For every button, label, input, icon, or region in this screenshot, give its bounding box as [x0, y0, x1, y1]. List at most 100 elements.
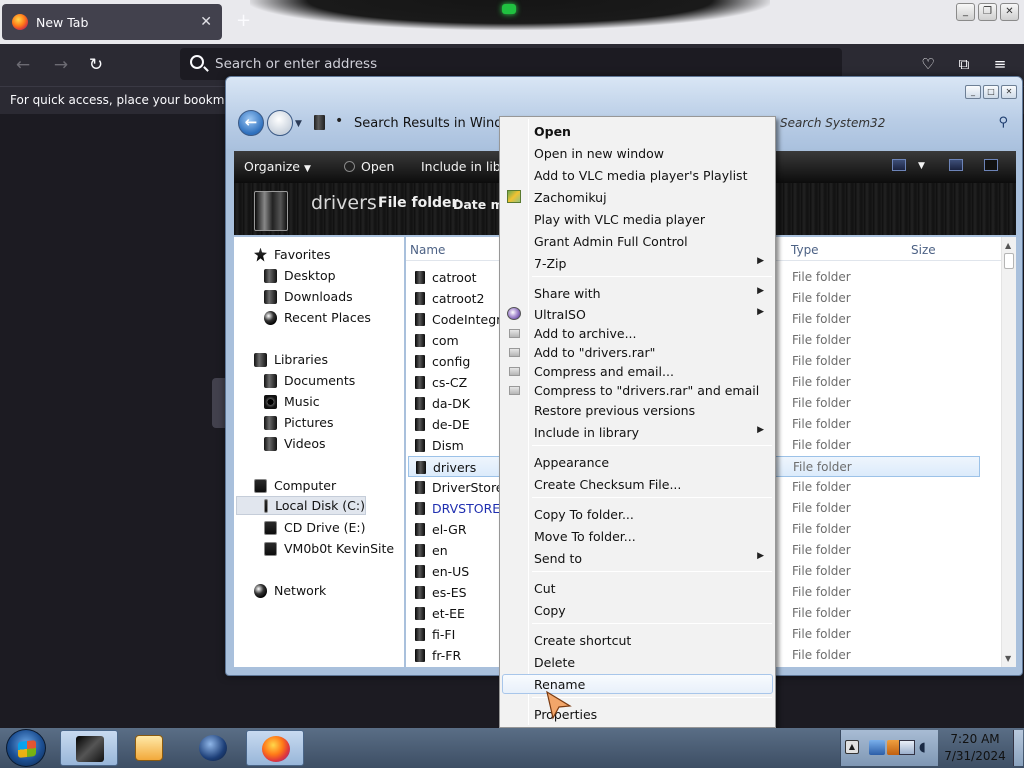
minimize-button[interactable]: _ — [956, 3, 975, 21]
explorer-maximize-button[interactable]: □ — [983, 85, 999, 99]
nav-local-disk[interactable]: Local Disk (C:) — [236, 496, 366, 515]
network-tray-icon[interactable] — [899, 740, 915, 755]
restore-button[interactable]: ❐ — [978, 3, 997, 21]
menu-item-delete[interactable]: Delete — [502, 652, 773, 672]
menu-item-appearance[interactable]: Appearance — [502, 452, 773, 472]
explorer-close-button[interactable]: ✕ — [1001, 85, 1017, 99]
show-hidden-icons-icon[interactable]: ▲ — [845, 740, 859, 754]
explorer-back-button[interactable]: ← — [238, 110, 264, 136]
menu-icon[interactable]: ≡ — [990, 54, 1010, 74]
menu-item-copy-to[interactable]: Copy To folder... — [502, 504, 773, 524]
taskbar-firefox[interactable] — [246, 730, 304, 766]
open-button[interactable]: Open — [344, 159, 394, 174]
taskbar-clock[interactable]: 7:20 AM 7/31/2024 — [940, 732, 1010, 763]
menu-item-move-to[interactable]: Move To folder... — [502, 526, 773, 546]
nav-videos[interactable]: Videos — [264, 434, 326, 453]
menu-item-vlc-playlist[interactable]: Add to VLC media player's Playlist — [502, 165, 773, 185]
nav-computer[interactable]: Computer — [254, 476, 336, 495]
menu-item-zachomikuj[interactable]: Zachomikuj — [502, 187, 773, 207]
firefox-icon — [262, 736, 290, 762]
preview-pane-icon[interactable] — [949, 159, 963, 171]
taskbar: ▲ ◖ 7:20 AM 7/31/2024 — [0, 728, 1024, 768]
explorer-address-bar[interactable]: • Search Results in Windo — [308, 111, 528, 135]
menu-item-properties[interactable]: Properties — [502, 704, 773, 724]
nav-downloads[interactable]: Downloads — [264, 287, 353, 306]
network-icon — [254, 583, 267, 598]
zachomikuj-icon — [507, 190, 521, 203]
menu-item-create-shortcut[interactable]: Create shortcut — [502, 630, 773, 650]
menu-item-rename[interactable]: Rename — [502, 674, 773, 694]
view-dropdown-icon[interactable]: ▼ — [918, 161, 925, 171]
search-icon[interactable]: ⚲ — [998, 115, 1008, 130]
nav-music[interactable]: Music — [264, 392, 320, 411]
menu-item-cut[interactable]: Cut — [502, 578, 773, 598]
context-menu: Open Open in new window Add to VLC media… — [499, 116, 776, 728]
pocket-icon[interactable]: ♡ — [918, 54, 938, 74]
nav-network-drive[interactable]: VM0b0t KevinSite — [264, 539, 394, 558]
column-size[interactable]: Size — [911, 243, 936, 257]
menu-item-ultraiso[interactable]: UltraISO ▶ — [502, 304, 773, 324]
folder-icon — [415, 523, 425, 536]
scroll-down-icon[interactable]: ▼ — [1005, 654, 1011, 663]
nav-network[interactable]: Network — [254, 581, 326, 600]
desktop-icon — [264, 268, 277, 283]
volume-icon[interactable]: ◖ — [919, 740, 935, 755]
address-placeholder: Search or enter address — [215, 56, 378, 72]
close-window-button[interactable]: ✕ — [1000, 3, 1019, 21]
menu-item-include-library[interactable]: Include in library ▶ — [502, 422, 773, 442]
star-icon — [254, 247, 267, 262]
column-name[interactable]: Name — [410, 243, 445, 257]
new-tab-button[interactable]: + — [236, 10, 254, 32]
nav-desktop[interactable]: Desktop — [264, 266, 336, 285]
taskbar-globe-app[interactable] — [184, 730, 242, 766]
menu-item-send-to[interactable]: Send to ▶ — [502, 548, 773, 568]
menu-item-compress-rar-email[interactable]: Compress to "drivers.rar" and email — [502, 380, 773, 400]
folder-icon — [415, 334, 425, 347]
menu-item-vlc-play[interactable]: Play with VLC media player — [502, 209, 773, 229]
explorer-minimize-button[interactable]: _ — [965, 85, 981, 99]
back-arrow-icon[interactable]: ← — [12, 54, 34, 76]
organize-button[interactable]: Organize ▼ — [244, 159, 311, 174]
nav-pictures[interactable]: Pictures — [264, 413, 334, 432]
start-button[interactable] — [6, 729, 46, 767]
menu-item-share-with[interactable]: Share with ▶ — [502, 283, 773, 303]
column-type[interactable]: Type — [791, 243, 819, 257]
nav-favorites[interactable]: Favorites — [254, 245, 330, 264]
scroll-thumb[interactable] — [1004, 253, 1014, 269]
videos-icon — [264, 436, 277, 451]
history-dropdown-icon[interactable]: ▼ — [295, 119, 302, 129]
reload-icon[interactable]: ↻ — [85, 54, 107, 76]
menu-item-compress-email[interactable]: Compress and email... — [502, 361, 773, 381]
vertical-scrollbar[interactable]: ▲ ▼ — [1001, 237, 1016, 667]
taskbar-explorer[interactable] — [60, 730, 118, 766]
menu-item-7zip[interactable]: 7-Zip ▶ — [502, 253, 773, 273]
menu-item-checksum[interactable]: Create Checksum File... — [502, 474, 773, 494]
menu-item-add-archive[interactable]: Add to archive... — [502, 323, 773, 343]
explorer-forward-button[interactable] — [267, 110, 293, 136]
scroll-up-icon[interactable]: ▲ — [1005, 241, 1011, 250]
menu-item-add-drivers-rar[interactable]: Add to "drivers.rar" — [502, 342, 773, 362]
forward-arrow-icon[interactable]: → — [50, 54, 72, 76]
show-desktop-button[interactable] — [1013, 730, 1023, 766]
nav-libraries[interactable]: Libraries — [254, 350, 328, 369]
extensions-icon[interactable]: ⧉ — [954, 54, 974, 74]
help-icon[interactable] — [984, 159, 998, 171]
menu-item-restore-versions[interactable]: Restore previous versions — [502, 400, 773, 420]
menu-item-open[interactable]: Open — [502, 121, 773, 141]
explorer-search-input[interactable]: Search System32 ⚲ — [772, 111, 1018, 135]
view-options-icon[interactable] — [892, 159, 906, 171]
close-tab-icon[interactable]: ✕ — [200, 14, 212, 30]
nav-recent-places[interactable]: Recent Places — [264, 308, 371, 327]
menu-item-copy[interactable]: Copy — [502, 600, 773, 620]
menu-separator — [532, 497, 772, 498]
menu-item-open-new-window[interactable]: Open in new window — [502, 143, 773, 163]
menu-item-grant-admin[interactable]: Grant Admin Full Control — [502, 231, 773, 251]
tab-new-tab[interactable]: New Tab ✕ — [2, 4, 222, 40]
taskbar-media-player[interactable] — [120, 730, 178, 766]
folder-icon — [415, 439, 425, 452]
nav-documents[interactable]: Documents — [264, 371, 355, 390]
menu-separator — [532, 571, 772, 572]
search-icon — [190, 55, 204, 69]
nav-cd-drive[interactable]: CD Drive (E:) — [264, 518, 366, 537]
action-center-icon[interactable] — [869, 740, 885, 755]
